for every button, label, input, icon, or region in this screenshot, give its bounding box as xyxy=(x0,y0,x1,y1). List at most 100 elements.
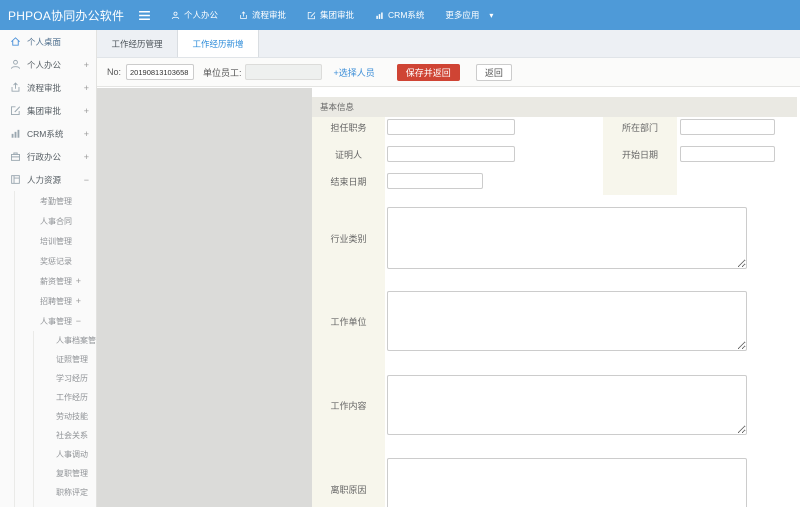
sidebar-item-label: CRM系统 xyxy=(27,128,64,139)
topbar-nav-workflow-approval[interactable]: 流程审批 xyxy=(239,9,286,21)
sidebar-item-personal-desktop[interactable]: 个人桌面 xyxy=(0,30,96,53)
industry-category-textarea[interactable] xyxy=(387,207,747,269)
sidebar-subitem-personnel-transfer[interactable]: 人事调动 xyxy=(34,445,96,464)
sidebar-subitem-label: 招聘管理 xyxy=(40,296,72,306)
sidebar-subitem-employee-care[interactable]: 员工关怀 xyxy=(34,502,96,507)
sidebar-subitem-certificates[interactable]: 证照管理 xyxy=(34,350,96,369)
main-area: 工作经历管理 工作经历新增 No: 单位员工: +选择人员 保存并返回 返回 基… xyxy=(97,30,800,507)
expand-toggle[interactable]: + xyxy=(84,60,89,70)
select-person-link[interactable]: +选择人员 xyxy=(334,66,375,79)
witness-input[interactable] xyxy=(387,146,515,162)
tab-work-history-management[interactable]: 工作经历管理 xyxy=(97,30,178,57)
field-label-position: 担任职务 xyxy=(330,122,367,133)
sidebar-item-admin-office[interactable]: 行政办公 + xyxy=(0,145,96,168)
edit-icon xyxy=(10,105,21,116)
sidebar-item-label: 行政办公 xyxy=(27,151,62,162)
sidebar-item-group-approval[interactable]: 集团审批 + xyxy=(0,99,96,122)
sidebar-subitem-education-history[interactable]: 学习经历 xyxy=(34,369,96,388)
department-input[interactable] xyxy=(680,119,775,135)
topbar-nav-more-apps[interactable]: 更多应用 ▾ xyxy=(445,9,493,21)
expand-toggle[interactable]: + xyxy=(76,296,81,306)
sidebar-subitem-label: 职称评定 xyxy=(56,488,88,497)
sidebar-subitem-social-relations[interactable]: 社会关系 xyxy=(34,426,96,445)
topbar: PHPOA协同办公软件 个人办公 流程审批 集团审批 CRM系统 更多应用 ▾ xyxy=(0,0,800,30)
start-date-input[interactable] xyxy=(680,146,775,162)
sidebar-subitem-label: 人事档案管理 xyxy=(56,336,96,345)
field-label-industry-category: 行业类别 xyxy=(330,233,367,244)
expand-toggle[interactable]: + xyxy=(76,276,81,286)
collapse-toggle[interactable]: − xyxy=(84,175,89,185)
topbar-nav-crm-system[interactable]: CRM系统 xyxy=(375,9,424,21)
hamburger-icon[interactable] xyxy=(138,10,151,21)
back-button[interactable]: 返回 xyxy=(475,63,512,81)
save-return-button[interactable]: 保存并返回 xyxy=(396,63,460,81)
home-icon xyxy=(10,36,21,47)
position-input[interactable] xyxy=(387,119,515,135)
sidebar-subitem-label: 工作经历 xyxy=(56,393,88,402)
sidebar-item-crm-system[interactable]: CRM系统 + xyxy=(0,122,96,145)
sidebar-subitem-work-history[interactable]: 工作经历 xyxy=(34,388,96,407)
no-input[interactable] xyxy=(126,64,195,80)
sidebar-subitem-rewards-punishments[interactable]: 奖惩记录 xyxy=(15,251,96,271)
expand-toggle[interactable]: + xyxy=(84,152,89,162)
work-content-textarea[interactable] xyxy=(387,375,747,435)
expand-toggle[interactable]: + xyxy=(84,129,89,139)
sidebar-subitem-title-evaluation[interactable]: 职称评定 xyxy=(34,483,96,502)
expand-toggle[interactable]: + xyxy=(84,83,89,93)
sidebar-personnel-submenu: 人事档案管理 证照管理 学习经历 工作经历 劳动技能 社会关系 人事调动 复职管… xyxy=(33,331,96,507)
sidebar-subitem-label: 社会关系 xyxy=(56,431,88,440)
topbar-nav-group-approval[interactable]: 集团审批 xyxy=(307,9,354,21)
sidebar-subitem-label: 人事调动 xyxy=(56,450,88,459)
sidebar-subitem-hr-contract[interactable]: 人事合同 xyxy=(15,211,96,231)
topbar-nav-label: CRM系统 xyxy=(388,10,425,20)
sidebar-item-personal-office[interactable]: 个人办公 + xyxy=(0,53,96,76)
sidebar-subitem-recruitment[interactable]: 招聘管理 + xyxy=(15,291,96,311)
work-unit-textarea[interactable] xyxy=(387,291,747,351)
form-panel: 基本信息 担任职务 证明人 结束日期 所在部门 开始日期 行业类别 工作单位 工… xyxy=(312,88,800,507)
sidebar-subitem-label: 人事合同 xyxy=(40,216,72,226)
sidebar-item-human-resources[interactable]: 人力资源 − xyxy=(0,168,96,191)
end-date-input[interactable] xyxy=(387,173,483,189)
chart-icon xyxy=(10,128,21,139)
field-label-witness: 证明人 xyxy=(334,149,362,160)
employee-input[interactable] xyxy=(244,64,322,80)
sidebar-subitem-labor-skills[interactable]: 劳动技能 xyxy=(34,407,96,426)
topbar-nav: 个人办公 流程审批 集团审批 CRM系统 更多应用 ▾ xyxy=(171,9,493,21)
sidebar-item-label: 个人桌面 xyxy=(27,36,62,47)
sidebar-subitem-label: 人事管理 xyxy=(40,316,72,326)
sidebar-subitem-label: 证照管理 xyxy=(56,355,88,364)
sidebar: 个人桌面 个人办公 + 流程审批 + 集团审批 + CRM系统 + 行政办公 +… xyxy=(0,30,97,507)
flow-icon xyxy=(10,82,21,93)
resign-reason-textarea[interactable] xyxy=(387,458,747,507)
sidebar-subitem-attendance[interactable]: 考勤管理 xyxy=(15,191,96,211)
sidebar-item-label: 个人办公 xyxy=(27,59,62,70)
collapse-toggle[interactable]: − xyxy=(76,316,81,326)
employee-label: 单位员工: xyxy=(203,67,242,78)
toolbar: No: 单位员工: +选择人员 保存并返回 返回 xyxy=(97,58,800,87)
sidebar-subitem-training[interactable]: 培训管理 xyxy=(15,231,96,251)
user-icon xyxy=(10,59,21,70)
sidebar-subitem-personnel-management[interactable]: 人事管理 − xyxy=(15,311,96,331)
field-label-work-content: 工作内容 xyxy=(330,400,367,411)
edit-icon xyxy=(307,11,316,20)
field-label-start-date: 开始日期 xyxy=(621,149,658,160)
sidebar-subitem-label: 奖惩记录 xyxy=(40,256,72,266)
sidebar-subitem-label: 复职管理 xyxy=(56,469,88,478)
user-icon xyxy=(171,11,180,20)
topbar-nav-personal-office[interactable]: 个人办公 xyxy=(171,9,218,21)
sidebar-item-workflow-approval[interactable]: 流程审批 + xyxy=(0,76,96,99)
topbar-nav-label: 集团审批 xyxy=(320,10,355,20)
tab-work-history-new[interactable]: 工作经历新增 xyxy=(178,30,259,57)
expand-toggle[interactable]: + xyxy=(84,106,89,116)
sidebar-subitem-reinstatement[interactable]: 复职管理 xyxy=(34,464,96,483)
chart-icon xyxy=(375,11,384,20)
field-label-end-date: 结束日期 xyxy=(330,176,367,187)
field-label-department: 所在部门 xyxy=(621,122,658,133)
no-label: No: xyxy=(107,67,122,77)
sidebar-subitem-label: 薪资管理 xyxy=(40,276,72,286)
topbar-nav-label: 个人办公 xyxy=(184,10,219,20)
sidebar-subitem-salary[interactable]: 薪资管理 + xyxy=(15,271,96,291)
topbar-nav-label: 更多应用 xyxy=(445,10,480,20)
archive-icon xyxy=(10,174,21,185)
sidebar-subitem-personnel-archives[interactable]: 人事档案管理 xyxy=(34,331,96,350)
